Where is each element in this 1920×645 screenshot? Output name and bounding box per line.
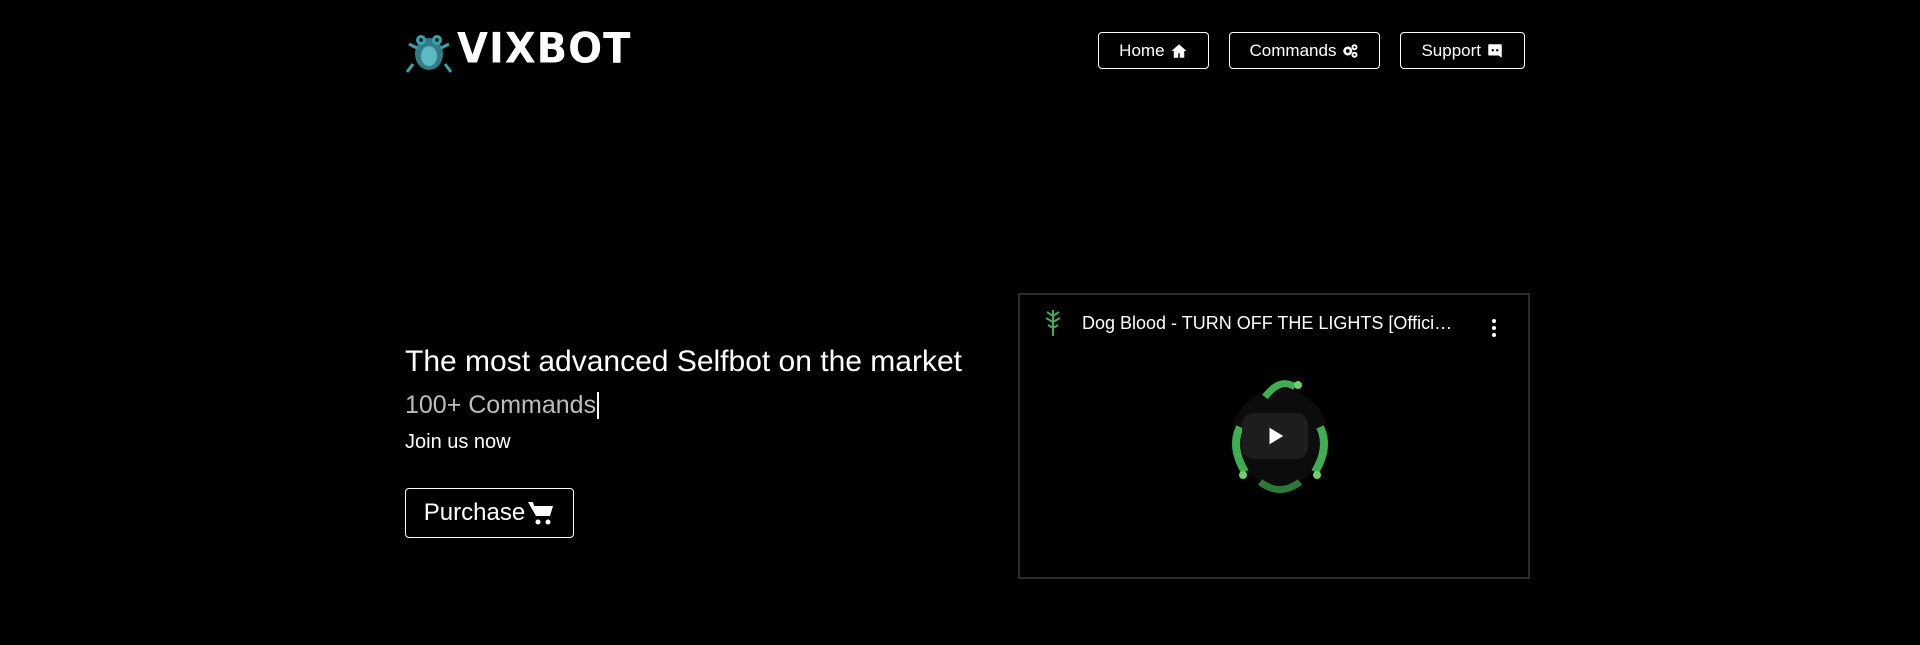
nav-support-label: Support [1421,40,1481,60]
site-logo[interactable]: VIXBOT [405,24,631,74]
cart-icon [528,502,554,525]
discord-icon [1488,43,1502,58]
video-title[interactable]: Dog Blood - TURN OFF THE LIGHTS [Officia… [1082,313,1462,334]
nav-commands-label: Commands [1249,40,1337,60]
channel-avatar-icon[interactable] [1040,308,1066,338]
gears-icon [1343,43,1358,58]
nav-support-button[interactable]: Support [1400,32,1525,69]
page: VIXBOT Home Commands Support The most ad… [0,0,1920,645]
purchase-label: Purchase [423,499,526,526]
purchase-button[interactable]: Purchase [405,488,574,538]
play-icon [1269,427,1284,445]
logo-wordmark: VIXBOT [457,24,632,74]
nav-home-button[interactable]: Home [1098,32,1209,69]
video-header: Dog Blood - TURN OFF THE LIGHTS [Officia… [1020,295,1528,351]
hero-subtitle: 100+ Commands [405,391,600,420]
nav-home-label: Home [1119,40,1165,60]
video-embed[interactable]: Dog Blood - TURN OFF THE LIGHTS [Officia… [1018,293,1530,579]
top-nav: Home Commands Support [1098,32,1525,69]
home-icon [1171,43,1187,58]
play-button[interactable] [1242,413,1308,459]
nav-commands-button[interactable]: Commands [1228,32,1381,69]
hero-title: The most advanced Selfbot on the market [405,345,962,378]
frog-logo-icon [405,35,453,73]
typing-cursor [597,392,600,419]
hero-join-text: Join us now [405,431,511,453]
hero-subtitle-text: 100+ Commands [405,391,597,419]
more-options-icon[interactable] [1492,319,1498,340]
